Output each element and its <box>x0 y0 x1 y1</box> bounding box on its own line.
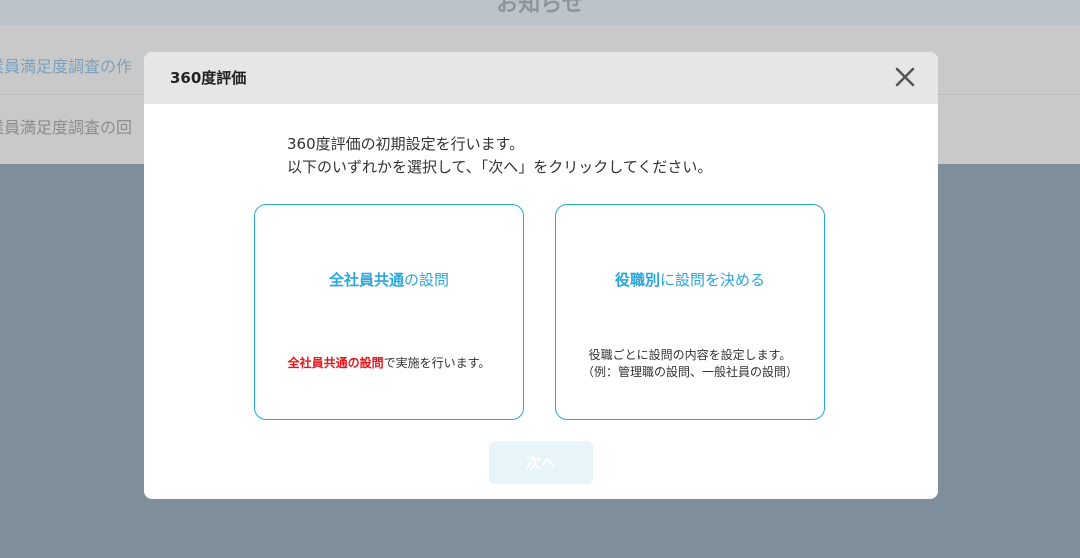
close-icon <box>895 67 915 87</box>
background-header-title: お知らせ <box>496 0 584 17</box>
close-button[interactable] <box>892 64 918 90</box>
background-notice-item: 業員満足度調査の作 <box>0 57 133 76</box>
option-title-rest: の設問 <box>404 271 450 289</box>
option-title: 全社員共通の設問 <box>255 269 523 290</box>
intro-line: 以下のいずれかを選択して、「次へ」をクリックしてください。 <box>287 158 713 176</box>
option-description: 全社員共通の設問で実施を行います。 <box>255 355 523 372</box>
option-description-emphasis: 全社員共通の設問 <box>287 356 384 370</box>
option-title: 役職別に設問を決める <box>556 269 824 290</box>
next-button[interactable]: 次へ <box>489 441 593 484</box>
option-title-strong: 全社員共通 <box>328 271 404 289</box>
background-notice-item: 業員満足度調査の回 <box>0 118 133 137</box>
option-description: 役職ごとに設問の内容を設定します。 （例：管理職の設問、一般社員の設問） <box>556 347 824 381</box>
option-common-questions[interactable]: 全社員共通の設問 全社員共通の設問で実施を行います。 <box>254 204 524 420</box>
option-title-strong: 役職別 <box>614 271 660 289</box>
modal-title: 360度評価 <box>170 69 247 87</box>
option-title-rest: に設問を決める <box>660 271 766 289</box>
intro-text: 360度評価の初期設定を行います。 以下のいずれかを選択して、「次へ」をクリック… <box>287 133 712 179</box>
background-header: お知らせ <box>0 0 1080 25</box>
option-description-rest: で実施を行います。 <box>383 356 491 370</box>
intro-line: 360度評価の初期設定を行います。 <box>287 135 525 153</box>
option-description-line: （例：管理職の設問、一般社員の設問） <box>581 365 798 379</box>
option-description-line: 役職ごとに設問の内容を設定します。 <box>588 348 792 362</box>
setup-modal: 360度評価 360度評価の初期設定を行います。 以下のいずれかを選択して、「次… <box>144 52 938 499</box>
option-by-position[interactable]: 役職別に設問を決める 役職ごとに設問の内容を設定します。 （例：管理職の設問、一… <box>555 204 825 420</box>
modal-header: 360度評価 <box>144 52 938 104</box>
